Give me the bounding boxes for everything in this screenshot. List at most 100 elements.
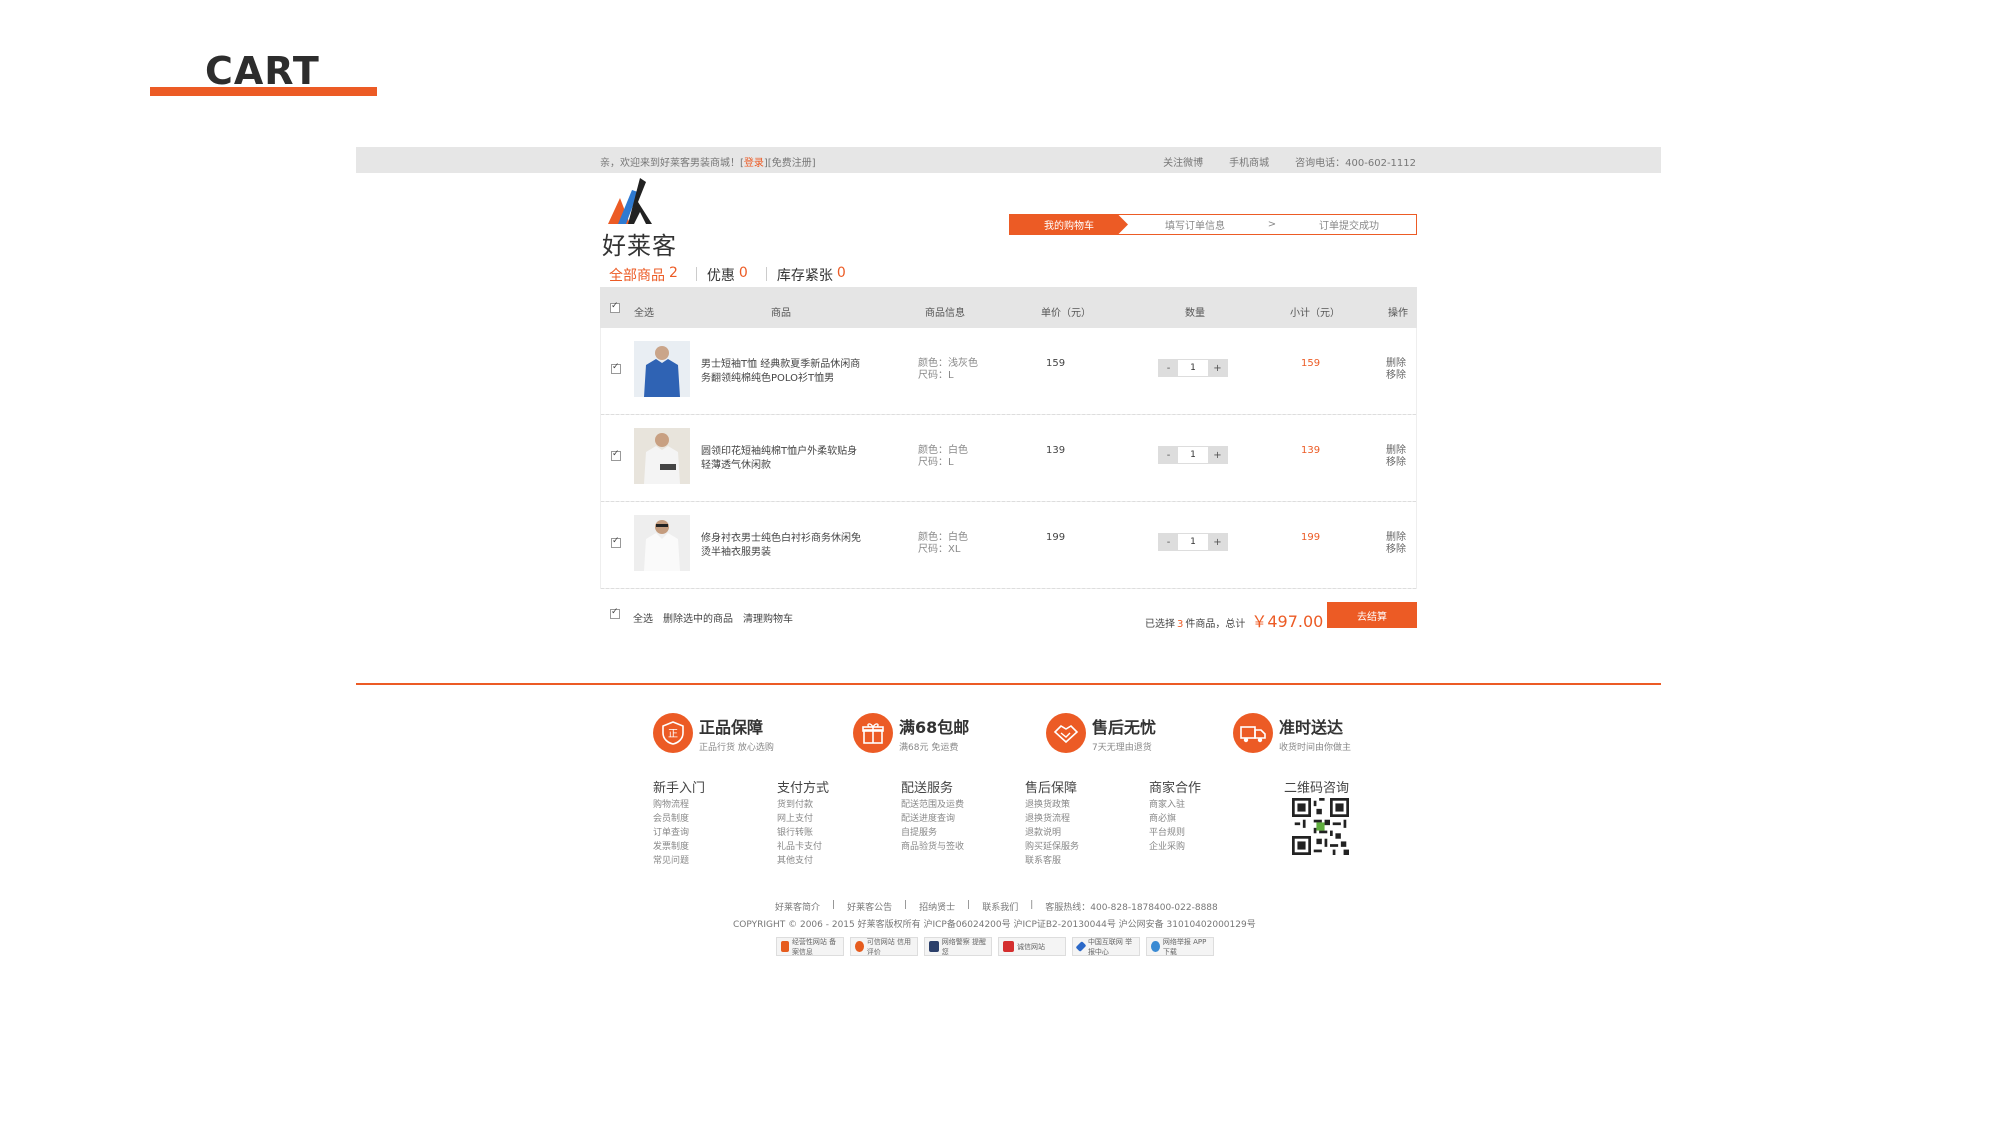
qty-minus-button[interactable]: - bbox=[1159, 447, 1178, 463]
remove-link[interactable]: 移除 bbox=[1386, 370, 1406, 382]
qty-plus-button[interactable]: + bbox=[1208, 360, 1227, 376]
brand-name[interactable]: 好莱客 bbox=[602, 226, 677, 261]
footer-link[interactable]: 配送进度查询 bbox=[901, 812, 964, 826]
careers-link[interactable]: 招纳贤士 bbox=[919, 900, 955, 913]
footer-link[interactable]: 会员制度 bbox=[653, 812, 705, 826]
badge-trusted-site[interactable]: 可信网站 信用评价 bbox=[850, 937, 918, 956]
table-row: 男士短袖T恤 经典款夏季新品休闲商务翻领纯棉纯色POLO衫T恤男 颜色：浅灰色尺… bbox=[600, 328, 1417, 415]
hotline-text: 咨询电话：400-602-1112 bbox=[1295, 158, 1416, 169]
item-checkbox[interactable] bbox=[611, 536, 621, 548]
footer-link[interactable]: 订单查询 bbox=[653, 826, 705, 840]
item-actions: 删除 移除 bbox=[1386, 358, 1406, 382]
badge-cyber-police[interactable]: 网络警察 提醒您 bbox=[924, 937, 992, 956]
qty-minus-button[interactable]: - bbox=[1159, 360, 1178, 376]
footer-link[interactable]: 自提服务 bbox=[901, 826, 964, 840]
footer-link[interactable]: 商家入驻 bbox=[1149, 798, 1201, 812]
register-link[interactable]: ][免费注册] bbox=[764, 158, 816, 169]
footer-link[interactable]: 退款说明 bbox=[1025, 826, 1079, 840]
footer-col-beginner: 新手入门 购物流程 会员制度 订单查询 发票制度 常见问题 bbox=[653, 781, 706, 868]
item-actions: 删除 移除 bbox=[1386, 532, 1406, 556]
product-thumbnail[interactable] bbox=[634, 341, 690, 397]
footer-link[interactable]: 企业采购 bbox=[1149, 840, 1201, 854]
product-name[interactable]: 男士短袖T恤 经典款夏季新品休闲商务翻领纯棉纯色POLO衫T恤男 bbox=[701, 358, 861, 386]
cart-table-header: 全选 商品 商品信息 单价（元） 数量 小计（元） 操作 bbox=[600, 287, 1417, 328]
weibo-link[interactable]: 关注微博 bbox=[1163, 154, 1203, 169]
cart-bulk-actions: 全选 删除选中的商品 清理购物车 bbox=[633, 610, 793, 625]
select-all-checkbox-bottom[interactable] bbox=[610, 607, 620, 619]
footer-col-delivery: 配送服务 配送范围及运费 配送进度查询 自提服务 商品验货与签收 bbox=[901, 781, 965, 854]
product-attributes: 颜色：白色 尺码：XL bbox=[918, 532, 968, 555]
qty-input[interactable]: 1 bbox=[1178, 360, 1208, 376]
remove-link[interactable]: 移除 bbox=[1386, 457, 1406, 469]
unit-price: 159 bbox=[1046, 358, 1066, 369]
header-unit-price: 单价（元） bbox=[1041, 308, 1091, 319]
select-all-checkbox[interactable] bbox=[610, 301, 620, 313]
site-topbar: 亲，欢迎来到好莱客男装商城！[登录][免费注册] 关注微博 手机商城 咨询电话：… bbox=[356, 147, 1661, 173]
gift-icon bbox=[853, 713, 893, 753]
checkout-button[interactable]: 去结算 bbox=[1327, 602, 1417, 628]
item-checkbox[interactable] bbox=[611, 449, 621, 461]
badge-report-app[interactable]: 网络举报 APP下载 bbox=[1146, 937, 1214, 956]
footer-link[interactable]: 礼品卡支付 bbox=[777, 840, 829, 854]
footer-link[interactable]: 配送范围及运费 bbox=[901, 798, 964, 812]
qty-minus-button[interactable]: - bbox=[1159, 534, 1178, 550]
notice-link[interactable]: 好莱客公告 bbox=[847, 900, 892, 913]
tab-divider bbox=[695, 267, 697, 281]
footer-link[interactable]: 银行转账 bbox=[777, 826, 829, 840]
badge-business-record[interactable]: 经营性网站 备案信息 bbox=[776, 937, 844, 956]
footer-link[interactable]: 其他支付 bbox=[777, 854, 829, 868]
mobile-shop-link[interactable]: 手机商城 bbox=[1229, 154, 1269, 169]
header-quantity: 数量 bbox=[1185, 308, 1205, 319]
footer-link[interactable]: 商品验货与签收 bbox=[901, 840, 964, 854]
contact-link[interactable]: 联系我们 bbox=[982, 900, 1018, 913]
cart-total: ￥497.00 bbox=[1251, 612, 1324, 631]
qty-plus-button[interactable]: + bbox=[1208, 447, 1227, 463]
footer-link[interactable]: 网上支付 bbox=[777, 812, 829, 826]
footer-link[interactable]: 常见问题 bbox=[653, 854, 705, 868]
qty-input[interactable]: 1 bbox=[1178, 447, 1208, 463]
footer-link[interactable]: 退换货流程 bbox=[1025, 812, 1079, 826]
shield-icon: 正 bbox=[653, 713, 693, 753]
product-attributes: 颜色：浅灰色 尺码：L bbox=[918, 358, 978, 381]
badge-icon bbox=[1003, 941, 1014, 952]
product-name[interactable]: 修身衬衣男士纯色白衬衫商务休闲免烫半袖衣服男装 bbox=[701, 532, 861, 560]
footer-link[interactable]: 货到付款 bbox=[777, 798, 829, 812]
cart-summary: 已选择 3 件商品，总计 ￥497.00 bbox=[1145, 608, 1323, 632]
remove-link[interactable]: 移除 bbox=[1386, 544, 1406, 556]
login-link[interactable]: 登录 bbox=[744, 158, 764, 169]
qty-plus-button[interactable]: + bbox=[1208, 534, 1227, 550]
product-thumbnail[interactable] bbox=[634, 428, 690, 484]
step-separator: > bbox=[1267, 219, 1277, 230]
step-order-submitted: 订单提交成功 bbox=[1319, 221, 1379, 232]
delete-selected-link[interactable]: 删除选中的商品 bbox=[663, 610, 733, 625]
guarantee-free-shipping: 满68包邮 满68元 免运费 bbox=[853, 713, 969, 753]
item-checkbox[interactable] bbox=[611, 362, 621, 374]
truck-icon bbox=[1233, 713, 1273, 753]
footer-link[interactable]: 平台规则 bbox=[1149, 826, 1201, 840]
svg-text:正: 正 bbox=[668, 729, 678, 740]
badge-report-center[interactable]: 中国互联网 举报中心 bbox=[1072, 937, 1140, 956]
footer-link[interactable]: 发票制度 bbox=[653, 840, 705, 854]
footer-link[interactable]: 退换货政策 bbox=[1025, 798, 1079, 812]
delete-link[interactable]: 删除 bbox=[1386, 445, 1406, 457]
qty-input[interactable]: 1 bbox=[1178, 534, 1208, 550]
delete-link[interactable]: 删除 bbox=[1386, 358, 1406, 370]
select-all-label[interactable]: 全选 bbox=[633, 610, 653, 625]
product-thumbnail[interactable] bbox=[634, 515, 690, 571]
footer-link[interactable]: 购物流程 bbox=[653, 798, 705, 812]
about-link[interactable]: 好莱客简介 bbox=[775, 900, 820, 913]
badge-integrity-site[interactable]: 诚信网站 bbox=[998, 937, 1066, 956]
copyright-text: COPYRIGHT © 2006 - 2015 好莱客版权所有 沪ICP备060… bbox=[733, 920, 1256, 930]
footer-col-payment: 支付方式 货到付款 网上支付 银行转账 礼品卡支付 其他支付 bbox=[777, 781, 830, 868]
header-select-all: 全选 bbox=[634, 308, 654, 319]
footer-link[interactable]: 商必旗 bbox=[1149, 812, 1201, 826]
clear-cart-link[interactable]: 清理购物车 bbox=[743, 610, 793, 625]
product-name[interactable]: 圆领印花短袖纯棉T恤户外柔软贴身轻薄透气休闲款 bbox=[701, 445, 861, 473]
tab-divider bbox=[765, 267, 767, 281]
delete-link[interactable]: 删除 bbox=[1386, 532, 1406, 544]
footer-link[interactable]: 联系客服 bbox=[1025, 854, 1079, 868]
badge-icon bbox=[929, 941, 939, 952]
table-row: 圆领印花短袖纯棉T恤户外柔软贴身轻薄透气休闲款 颜色：白色尺码：L 139 - … bbox=[600, 415, 1417, 502]
footer-link[interactable]: 购买延保服务 bbox=[1025, 840, 1079, 854]
unit-price: 139 bbox=[1046, 445, 1066, 456]
